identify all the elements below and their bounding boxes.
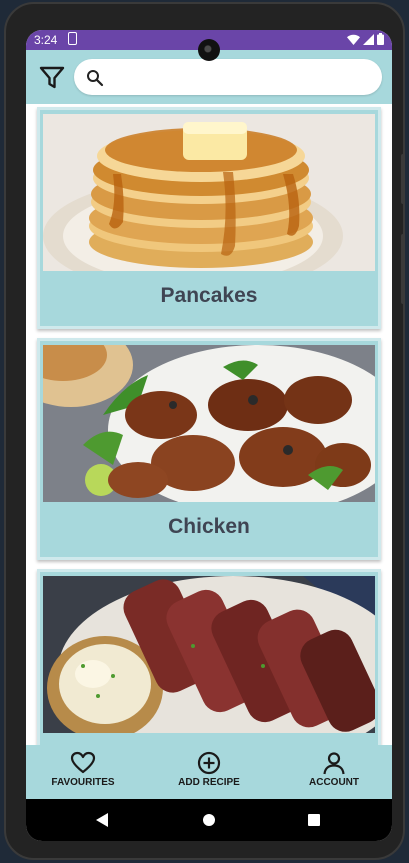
nav-account[interactable]: ACCOUNT [301,751,367,788]
bottom-navigation: FAVOURITES ADD RECIPE ACCOUNT [26,745,392,799]
filter-icon [39,66,65,89]
person-icon [323,752,345,775]
nav-add-recipe-label: ADD RECIPE [178,777,240,788]
nav-add-recipe[interactable]: ADD RECIPE [174,751,244,788]
volume-button [401,154,405,204]
nav-favourites[interactable]: FAVOURITES [48,751,118,788]
front-camera [198,39,220,61]
pancakes-photo [43,114,375,271]
filter-button[interactable] [38,63,66,91]
add-circle-icon [197,751,221,775]
phone-frame: 3:24 Pancakes Chicken FAVOURITES ADD REC… [4,2,405,860]
sim-icon [68,32,77,45]
battery-icon [377,33,384,45]
recents-icon[interactable] [308,814,320,826]
system-navigation-bar [26,799,392,841]
recipe-card[interactable]: Pancakes [37,107,381,329]
nav-account-label: ACCOUNT [309,777,359,788]
back-icon[interactable] [96,813,108,827]
recipe-list[interactable]: Pancakes Chicken [26,104,392,745]
recipe-title: Pancakes [160,284,258,307]
power-button [401,234,405,304]
home-icon[interactable] [203,814,215,826]
grilled-chicken-photo [43,345,375,502]
wifi-icon [347,34,360,45]
nav-favourites-label: FAVOURITES [51,777,115,788]
search-icon [87,70,104,87]
recipe-card[interactable] [37,569,381,745]
status-time: 3:24 [34,33,58,47]
search-bar[interactable] [74,59,382,95]
app-screen: 3:24 Pancakes Chicken FAVOURITES ADD REC… [26,30,392,841]
signal-icon [363,33,374,45]
recipe-card[interactable]: Chicken [37,338,381,560]
search-input[interactable] [112,65,372,89]
steak-photo [43,576,375,733]
recipe-title: Chicken [168,515,250,538]
heart-icon [70,751,96,774]
